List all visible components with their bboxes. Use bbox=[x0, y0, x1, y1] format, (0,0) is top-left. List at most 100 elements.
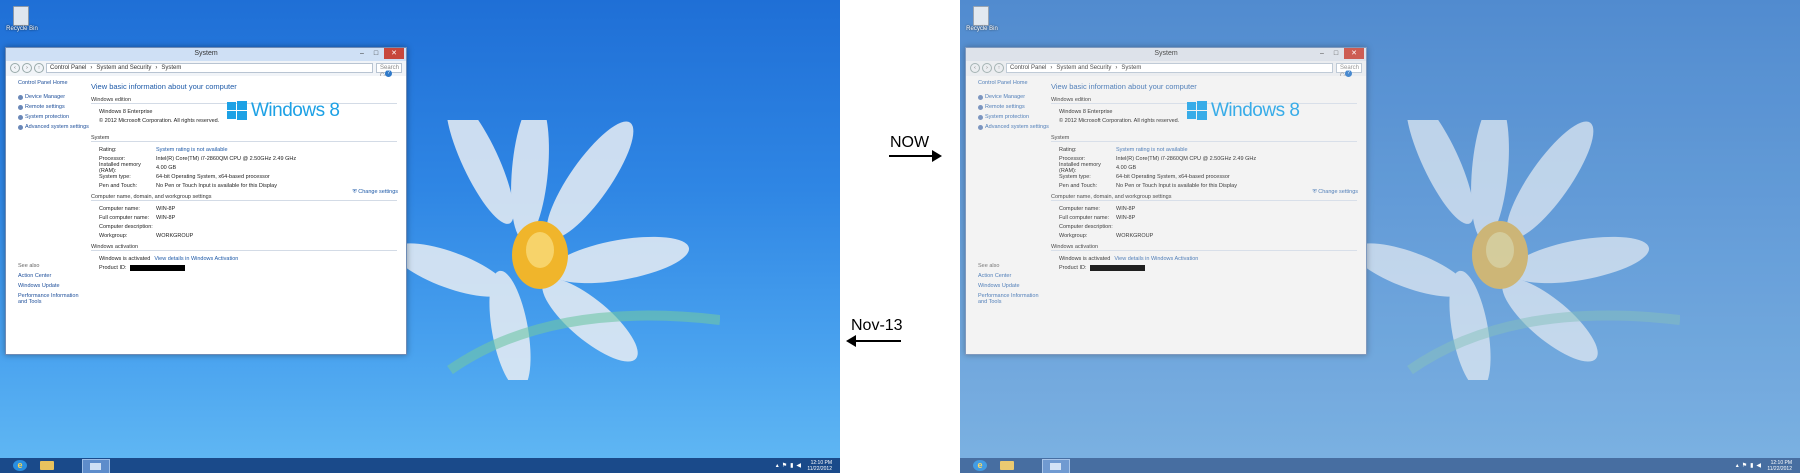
close-button[interactable]: ✕ bbox=[384, 48, 404, 59]
title-bar[interactable]: System – □ ✕ bbox=[966, 48, 1366, 61]
daisy-wallpaper-image bbox=[393, 120, 720, 380]
sidebar: Control Panel Home Device Manager Remote… bbox=[18, 76, 90, 134]
page-title: View basic information about your comput… bbox=[1051, 82, 1197, 91]
breadcrumb-control-panel[interactable]: Control Panel bbox=[50, 65, 86, 71]
clock[interactable]: 12:10 PM 11/22/2012 bbox=[1767, 460, 1792, 472]
breadcrumb-system-security[interactable]: System and Security bbox=[1056, 65, 1111, 71]
sidebar-home-link[interactable]: Control Panel Home bbox=[978, 80, 1050, 86]
windows-8-logo: Windows 8 bbox=[227, 100, 340, 122]
sidebar-home-link[interactable]: Control Panel Home bbox=[18, 80, 90, 86]
desktop: Recycle Bin System – □ ✕ ‹ › ↑ Control P… bbox=[0, 0, 840, 473]
rating-link[interactable]: System rating is not available bbox=[1116, 147, 1357, 153]
address-bar-row: ‹ › ↑ Control Panel › System and Security… bbox=[10, 63, 402, 79]
sidebar-item-system-protection[interactable]: System protection bbox=[978, 114, 1050, 120]
see-also-performance[interactable]: Performance Information and Tools bbox=[18, 293, 88, 305]
computer-row-full-name: Full computer name: WIN-8P bbox=[1059, 214, 1136, 221]
computer-row-full-name: Full computer name: WIN-8P bbox=[99, 214, 176, 221]
sidebar-item-system-protection[interactable]: System protection bbox=[18, 114, 90, 120]
address-bar[interactable]: Control Panel › System and Security › Syst… bbox=[1006, 63, 1333, 73]
file-explorer-icon[interactable] bbox=[40, 461, 54, 470]
breadcrumb-system[interactable]: System bbox=[1121, 65, 1141, 71]
see-also-performance[interactable]: Performance Information and Tools bbox=[978, 293, 1048, 305]
windows-flag-icon bbox=[227, 101, 247, 121]
shield-icon bbox=[978, 114, 983, 120]
system-row-rating: Rating: System rating is not available bbox=[91, 145, 397, 154]
old-label: Nov-13 bbox=[851, 317, 903, 334]
maximize-button[interactable]: □ bbox=[1330, 48, 1342, 59]
back-icon[interactable]: ‹ bbox=[10, 63, 20, 73]
up-icon[interactable]: ↑ bbox=[34, 63, 44, 73]
help-icon[interactable]: ? bbox=[385, 70, 392, 77]
see-also: See also Action Center Windows Update Pe… bbox=[18, 263, 88, 309]
rating-link[interactable]: System rating is not available bbox=[156, 147, 397, 153]
sidebar-item-remote-settings[interactable]: Remote settings bbox=[18, 104, 90, 110]
internet-explorer-icon[interactable]: e bbox=[13, 460, 27, 471]
see-also-action-center[interactable]: Action Center bbox=[978, 273, 1048, 279]
recycle-bin-icon[interactable]: Recycle Bin bbox=[966, 4, 998, 40]
now-arrow bbox=[889, 155, 937, 157]
address-bar[interactable]: Control Panel › System and Security › Syst… bbox=[46, 63, 373, 73]
sidebar-item-device-manager[interactable]: Device Manager bbox=[18, 94, 90, 100]
edition-name: Windows 8 Enterprise bbox=[1059, 108, 1113, 115]
computer-row-name: Computer name: WIN-8P bbox=[1059, 205, 1136, 212]
forward-icon[interactable]: › bbox=[22, 63, 32, 73]
recycle-bin-label: Recycle Bin bbox=[966, 26, 998, 32]
back-icon[interactable]: ‹ bbox=[970, 63, 980, 73]
see-also-windows-update[interactable]: Windows Update bbox=[18, 283, 88, 289]
computer-row-description: Computer description: bbox=[1059, 223, 1113, 230]
product-id-redacted bbox=[1089, 264, 1145, 271]
minimize-button[interactable]: – bbox=[1316, 48, 1328, 59]
shield-icon bbox=[978, 104, 983, 110]
system-window: System – □ ✕ ‹ › ↑ Control Panel › System… bbox=[965, 47, 1367, 355]
see-also-action-center[interactable]: Action Center bbox=[18, 273, 88, 279]
change-settings-link[interactable]: ⛨ Change settings bbox=[1313, 189, 1358, 196]
computer-row-name: Computer name: WIN-8P bbox=[99, 205, 176, 212]
section-computer-name: Computer name, domain, and workgroup set… bbox=[91, 194, 397, 201]
activation-details-link[interactable]: View details in Windows Activation bbox=[1114, 256, 1357, 262]
sidebar-item-advanced-settings[interactable]: Advanced system settings bbox=[18, 124, 90, 130]
computer-row-description: Computer description: bbox=[99, 223, 153, 230]
system-row-rating: Rating: System rating is not available bbox=[1051, 145, 1357, 154]
tray-icons[interactable]: ▴⚑▮◀ bbox=[776, 462, 804, 469]
windows-flag-icon bbox=[1187, 101, 1207, 121]
activation-details-link[interactable]: View details in Windows Activation bbox=[154, 256, 397, 262]
computer-row-workgroup: Workgroup: WORKGROUP bbox=[99, 232, 194, 239]
tray-icons[interactable]: ▴⚑▮◀ bbox=[1736, 462, 1764, 469]
forward-icon[interactable]: › bbox=[982, 63, 992, 73]
window-content: Control Panel Home Device Manager Remote… bbox=[6, 70, 406, 354]
sidebar-item-advanced-settings[interactable]: Advanced system settings bbox=[978, 124, 1050, 130]
breadcrumb-system-security[interactable]: System and Security bbox=[96, 65, 151, 71]
help-icon[interactable]: ? bbox=[1345, 70, 1352, 77]
see-also-windows-update[interactable]: Windows Update bbox=[978, 283, 1048, 289]
section-computer-name: Computer name, domain, and workgroup set… bbox=[1051, 194, 1357, 201]
product-id-row: Product ID: bbox=[91, 263, 397, 272]
taskbar: e ▴⚑▮◀ 12:10 PM 11/22/2012 bbox=[960, 458, 1800, 473]
title-bar[interactable]: System – □ ✕ bbox=[6, 48, 406, 61]
sidebar-item-remote-settings[interactable]: Remote settings bbox=[978, 104, 1050, 110]
edition-copyright: © 2012 Microsoft Corporation. All rights… bbox=[1059, 117, 1180, 124]
clock[interactable]: 12:10 PM 11/22/2012 bbox=[807, 460, 832, 472]
file-explorer-icon[interactable] bbox=[1000, 461, 1014, 470]
system-row-pen: Pen and Touch: No Pen or Touch Input is a… bbox=[99, 182, 277, 189]
product-id-redacted bbox=[129, 264, 185, 271]
change-settings-link[interactable]: ⛨ Change settings bbox=[353, 189, 398, 196]
minimize-button[interactable]: – bbox=[356, 48, 368, 59]
system-window-taskbar-button[interactable] bbox=[82, 459, 110, 473]
breadcrumb-control-panel[interactable]: Control Panel bbox=[1010, 65, 1046, 71]
section-activation: Windows activation bbox=[91, 244, 397, 251]
close-button[interactable]: ✕ bbox=[1344, 48, 1364, 59]
shield-icon bbox=[978, 94, 983, 100]
system-window-taskbar-button[interactable] bbox=[1042, 459, 1070, 473]
screenshot-nov-13: Recycle Bin System – □ ✕ ‹ › ↑ Control P… bbox=[960, 0, 1800, 473]
maximize-button[interactable]: □ bbox=[370, 48, 382, 59]
shield-icon bbox=[978, 124, 983, 130]
internet-explorer-icon[interactable]: e bbox=[973, 460, 987, 471]
daisy-wallpaper-image bbox=[1353, 120, 1680, 380]
recycle-bin-icon[interactable]: Recycle Bin bbox=[6, 4, 38, 40]
see-also-heading: See also bbox=[18, 263, 40, 269]
up-icon[interactable]: ↑ bbox=[994, 63, 1004, 73]
sidebar-item-device-manager[interactable]: Device Manager bbox=[978, 94, 1050, 100]
window-icon bbox=[90, 463, 101, 470]
page-title: View basic information about your comput… bbox=[91, 82, 237, 91]
breadcrumb-system[interactable]: System bbox=[161, 65, 181, 71]
